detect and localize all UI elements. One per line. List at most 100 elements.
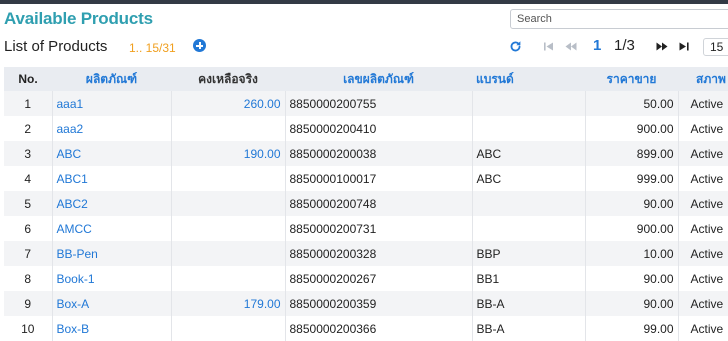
cell-stock [171,316,286,341]
cell-price: 50.00 [585,91,679,116]
cell-code: 8850000100017 [285,166,473,191]
cell-brand: ABC [472,166,586,191]
table-row[interactable]: 1 aaa1 260.00 8850000200755 50.00 Active [4,91,728,116]
cell-status: Active [690,146,724,161]
cell-status: Active [690,321,724,336]
cell-brand [472,116,586,141]
cell-status: Active [690,121,724,136]
cell-code: 8850000200410 [285,116,473,141]
cell-no: 9 [4,291,53,316]
table-row[interactable]: 10 Box-B 8850000200366 BB-A 99.00 Active [4,316,728,341]
cell-price: 899.00 [585,141,679,166]
col-price[interactable]: ราคาขาย [585,67,678,91]
cell-no: 10 [4,316,53,341]
cell-code: 8850000200038 [285,141,473,166]
cell-stock [171,191,286,216]
cell-stock [171,241,286,266]
cell-price: 900.00 [585,116,679,141]
cell-stock [171,266,286,291]
prev-page-icon[interactable] [565,41,577,52]
table-row[interactable]: 6 AMCC 8850000200731 900.00 Active [4,216,728,241]
cell-stock: 179.00 [171,291,286,316]
cell-code: 8850000200731 [285,216,473,241]
products-table: No. ผลิตภัณฑ์ คงเหลือจริง เลขผลิตภัณฑ์ แ… [4,67,728,341]
cell-brand [472,216,586,241]
cell-status: Active [690,296,724,311]
cell-brand: BBP [472,241,586,266]
cell-code: 8850000200366 [285,316,473,341]
cell-status: Active [690,271,724,286]
cell-product[interactable]: ABC [52,141,172,166]
last-page-icon[interactable] [678,41,690,52]
col-product[interactable]: ผลิตภัณฑ์ [52,67,171,91]
cell-product[interactable]: ABC1 [52,166,172,191]
col-status[interactable]: สภาพ [678,67,728,91]
table-row[interactable]: 9 Box-A 179.00 8850000200359 BB-A 90.00 … [4,291,728,316]
cell-price: 900.00 [585,216,679,241]
cell-price: 10.00 [585,241,679,266]
search-input[interactable] [510,9,728,29]
top-bar [0,0,728,4]
cell-stock [171,216,286,241]
record-count: 1.. 15/31 [129,41,176,55]
page-size-select[interactable]: 15 [703,38,728,56]
cell-no: 1 [4,91,53,116]
cell-stock: 190.00 [171,141,286,166]
table-row[interactable]: 3 ABC 190.00 8850000200038 ABC 899.00 Ac… [4,141,728,166]
cell-code: 8850000200328 [285,241,473,266]
col-code[interactable]: เลขผลิตภัณฑ์ [285,67,472,91]
cell-brand [472,91,586,116]
cell-price: 999.00 [585,166,679,191]
cell-no: 3 [4,141,53,166]
cell-brand [472,191,586,216]
cell-brand: BB1 [472,266,586,291]
cell-status: Active [690,246,724,261]
cell-code: 8850000200267 [285,266,473,291]
current-page[interactable]: 1 [593,37,601,54]
table-row[interactable]: 8 Book-1 8850000200267 BB1 90.00 Active [4,266,728,291]
cell-brand: BB-A [472,291,586,316]
cell-code: 8850000200359 [285,291,473,316]
table-header-row: No. ผลิตภัณฑ์ คงเหลือจริง เลขผลิตภัณฑ์ แ… [4,67,728,91]
cell-product[interactable]: aaa2 [52,116,172,141]
cell-product[interactable]: aaa1 [52,91,172,116]
refresh-icon[interactable] [509,40,522,53]
table-row[interactable]: 7 BB-Pen 8850000200328 BBP 10.00 Active [4,241,728,266]
table-row[interactable]: 2 aaa2 8850000200410 900.00 Active [4,116,728,141]
cell-price: 99.00 [585,316,679,341]
cell-status: Active [690,171,724,186]
cell-no: 2 [4,116,53,141]
cell-product[interactable]: BB-Pen [52,241,172,266]
cell-status: Active [690,196,724,211]
cell-no: 7 [4,241,53,266]
cell-product[interactable]: ABC2 [52,191,172,216]
page-title: Available Products [4,9,153,28]
col-no[interactable]: No. [4,67,52,91]
table-row[interactable]: 4 ABC1 8850000100017 ABC 999.00 Active [4,166,728,191]
cell-stock [171,166,286,191]
list-subtitle: List of Products [4,38,108,55]
cell-product[interactable]: Box-B [52,316,172,341]
cell-price: 90.00 [585,291,679,316]
cell-brand: BB-A [472,316,586,341]
cell-code: 8850000200755 [285,91,473,116]
add-product-icon[interactable] [193,39,206,52]
cell-stock [171,116,286,141]
cell-product[interactable]: Box-A [52,291,172,316]
cell-stock: 260.00 [171,91,286,116]
cell-no: 4 [4,166,53,191]
cell-price: 90.00 [585,266,679,291]
cell-product[interactable]: AMCC [52,216,172,241]
cell-status: Active [690,96,724,111]
cell-brand: ABC [472,141,586,166]
first-page-icon[interactable] [543,41,555,52]
col-stock[interactable]: คงเหลือจริง [171,67,285,91]
next-page-icon[interactable] [656,41,668,52]
cell-code: 8850000200748 [285,191,473,216]
page-total: 1/3 [614,37,635,54]
table-row[interactable]: 5 ABC2 8850000200748 90.00 Active [4,191,728,216]
cell-product[interactable]: Book-1 [52,266,172,291]
col-brand[interactable]: แบรนด์ [472,67,585,91]
cell-status: Active [690,221,724,236]
cell-no: 5 [4,191,53,216]
